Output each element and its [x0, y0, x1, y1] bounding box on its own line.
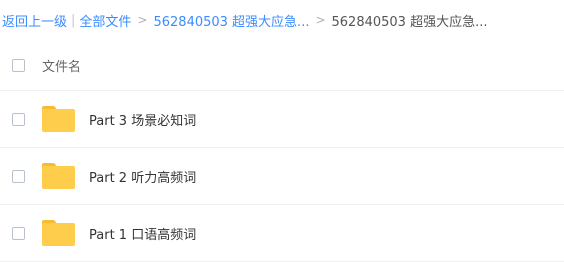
all-files-link[interactable]: 全部文件: [79, 11, 131, 30]
file-row[interactable]: Part 3 场景必知词: [0, 91, 564, 148]
folder-icon[interactable]: [42, 106, 75, 132]
file-name-column-header[interactable]: 文件名: [42, 56, 81, 75]
row-checkbox[interactable]: [12, 112, 25, 126]
file-name-link[interactable]: Part 2 听力高频词: [89, 167, 196, 186]
breadcrumb: 返回上一级 | 全部文件 > 562840503 超强大应急... > 5628…: [0, 0, 564, 40]
breadcrumb-arrow: >: [315, 13, 326, 27]
file-name-link[interactable]: Part 1 口语高频词: [89, 224, 196, 243]
folder-icon[interactable]: [42, 220, 75, 246]
parent-folder-link[interactable]: 562840503 超强大应急...: [153, 11, 309, 30]
file-name-link[interactable]: Part 3 场景必知词: [89, 110, 196, 129]
folder-icon[interactable]: [42, 163, 75, 189]
current-folder-label: 562840503 超强大应急...: [331, 14, 488, 30]
file-row[interactable]: Part 1 口语高频词: [0, 205, 564, 262]
breadcrumb-arrow: >: [137, 13, 148, 27]
back-link[interactable]: 返回上一级: [2, 11, 67, 30]
breadcrumb-separator: |: [71, 12, 76, 28]
file-row[interactable]: Part 2 听力高频词: [0, 148, 564, 205]
file-list-header: 文件名: [0, 40, 564, 91]
row-checkbox[interactable]: [12, 169, 25, 183]
row-checkbox[interactable]: [12, 226, 25, 240]
select-all-checkbox[interactable]: [12, 58, 25, 72]
